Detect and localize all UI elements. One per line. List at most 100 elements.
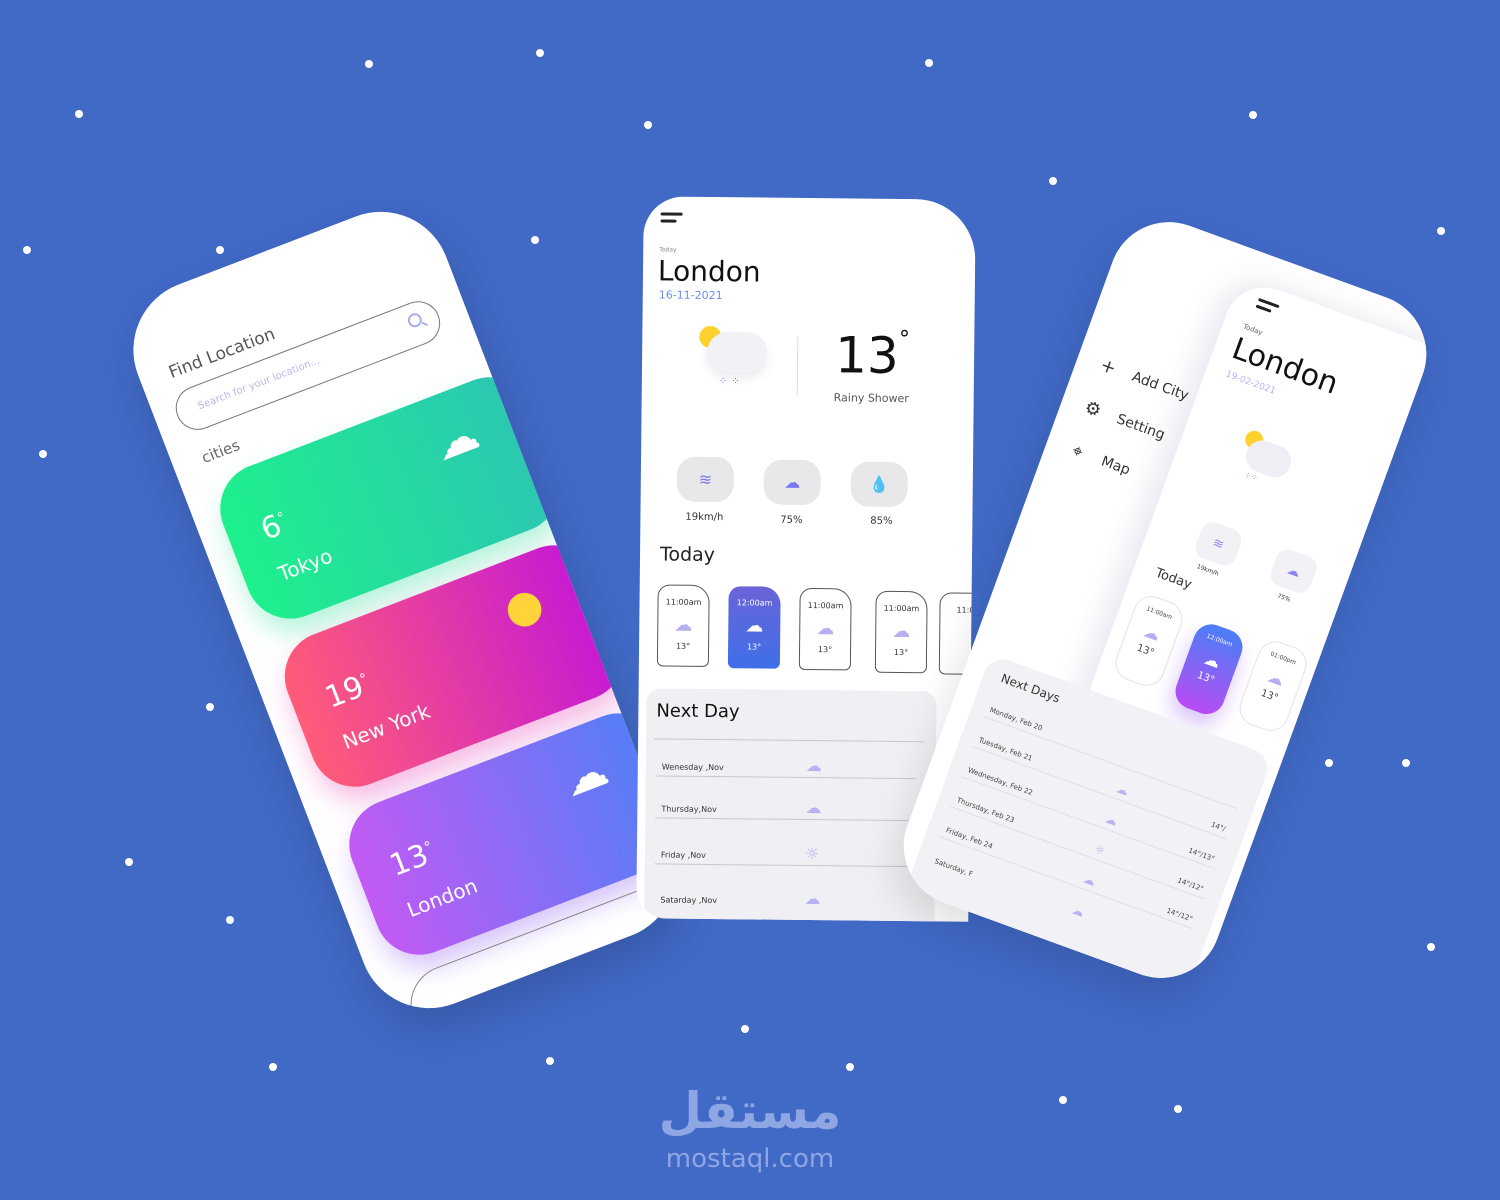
forecast-row[interactable]: Thursday,Nov ☁ bbox=[655, 788, 916, 822]
cloud-lightning-icon: ☁ bbox=[426, 408, 487, 472]
rain-cloud-icon: ⁘⁘ bbox=[697, 322, 778, 403]
gear-icon: ⚙ bbox=[1081, 396, 1105, 422]
menu-add-city[interactable]: + Add City bbox=[1095, 354, 1191, 406]
plus-icon: + bbox=[1097, 354, 1119, 380]
wind-icon: ≋ bbox=[1192, 518, 1245, 569]
star bbox=[536, 49, 544, 57]
star bbox=[531, 236, 539, 244]
sun-cloud-rain-icon: ☁ bbox=[1114, 781, 1131, 799]
star bbox=[1325, 759, 1333, 767]
wind-icon: ≋ bbox=[676, 456, 735, 503]
star bbox=[365, 60, 373, 68]
city-name: Tokyo bbox=[274, 543, 336, 587]
sun-icon: ☼ bbox=[1092, 841, 1108, 859]
degree-symbol: ° bbox=[898, 326, 911, 353]
forecast-temp: 14°/ bbox=[1209, 820, 1227, 834]
hour-card[interactable]: 11:00am ☁ 13° bbox=[1110, 591, 1188, 691]
star bbox=[269, 1063, 277, 1071]
star bbox=[546, 1057, 554, 1065]
city-title: London bbox=[1227, 331, 1343, 402]
wind-value: 19km/h bbox=[685, 511, 724, 524]
hour-card[interactable]: 11:00am ☁ 13° bbox=[798, 587, 852, 671]
star bbox=[846, 1063, 854, 1071]
sun-icon: ☼ bbox=[804, 844, 820, 864]
sun-wind-icon: ● bbox=[496, 576, 551, 638]
star bbox=[125, 858, 133, 866]
hour-time: 11:00am bbox=[883, 603, 920, 614]
sun-cloud-rain-icon: ☁ bbox=[1081, 871, 1098, 889]
star bbox=[75, 110, 83, 118]
forecast-temp: 14°/13° bbox=[1187, 846, 1216, 864]
star bbox=[226, 916, 234, 924]
city-name: London bbox=[403, 873, 481, 923]
add-city-label: Add City bbox=[527, 960, 585, 995]
watermark-url: mostaql.com bbox=[665, 1144, 835, 1174]
humidity-value: 85% bbox=[870, 515, 893, 527]
today-heading: Today bbox=[1153, 565, 1194, 593]
sun-cloud-rain-icon: ☁ bbox=[816, 618, 835, 640]
menu-label: Map bbox=[1099, 452, 1133, 479]
plus-icon: + bbox=[498, 979, 527, 1009]
hour-card[interactable]: 11:00am ☁ 13° bbox=[874, 590, 928, 674]
hour-temp: 13° bbox=[893, 647, 909, 658]
sun-cloud-icon: ☁ bbox=[745, 615, 764, 637]
star bbox=[206, 703, 214, 711]
menu-icon[interactable] bbox=[660, 212, 683, 223]
forecast-day: Friday ,Nov bbox=[660, 850, 706, 860]
menu-label: Add City bbox=[1129, 368, 1191, 404]
map-pin-icon: ⌖ bbox=[1069, 440, 1086, 464]
cloud-icon: ☁ bbox=[763, 459, 822, 506]
forecast-day: Thursday,Nov bbox=[661, 804, 717, 815]
forecast-row[interactable]: Friday ,Nov ☼ bbox=[654, 834, 916, 868]
star bbox=[925, 59, 933, 67]
sun-cloud-rain-icon: ☁ bbox=[805, 756, 822, 776]
star bbox=[1437, 227, 1445, 235]
hour-temp: 13° bbox=[675, 641, 691, 651]
star bbox=[741, 1025, 749, 1033]
forecast-day: Satarday ,Nov bbox=[660, 895, 718, 906]
forecast-row[interactable]: Wenesday ,Nov ☁ bbox=[655, 746, 917, 780]
cloud-icon: ☁ bbox=[1267, 546, 1320, 597]
cloud-value: 75% bbox=[780, 514, 803, 526]
cloud-icon: ☁ bbox=[892, 620, 911, 643]
hour-time: 11:00am bbox=[665, 597, 702, 607]
menu-map[interactable]: ⌖ Map bbox=[1064, 438, 1133, 480]
city-title: London bbox=[657, 254, 761, 289]
divider bbox=[796, 335, 799, 396]
star bbox=[644, 121, 652, 129]
star bbox=[1049, 177, 1057, 185]
cities-label: cities bbox=[199, 436, 243, 467]
search-icon[interactable] bbox=[405, 311, 424, 330]
hour-card-active[interactable]: 12:00am ☁ 13° bbox=[727, 586, 781, 669]
today-label: Today bbox=[659, 246, 677, 254]
menu-label: Setting bbox=[1114, 410, 1168, 443]
hour-time: 12:00am bbox=[736, 598, 773, 608]
forecast-temp: 14°/12° bbox=[1165, 906, 1194, 924]
humidity-drop-icon: 💧 bbox=[850, 461, 909, 508]
forecast-row[interactable]: Satarday ,Nov ☁ bbox=[654, 878, 914, 911]
sun-cloud-rain-icon: ☁ bbox=[555, 744, 616, 808]
star bbox=[1427, 943, 1435, 951]
date: 16-11-2021 bbox=[658, 288, 723, 303]
star bbox=[1402, 759, 1410, 767]
star bbox=[1249, 111, 1257, 119]
hour-temp: 13° bbox=[817, 645, 833, 655]
menu-icon[interactable] bbox=[1255, 297, 1280, 315]
cloud-icon: ☁ bbox=[1103, 811, 1120, 829]
star bbox=[39, 450, 47, 458]
star bbox=[23, 246, 31, 254]
hour-card-active[interactable]: 12:00am ☁ 13° bbox=[1170, 619, 1248, 720]
hour-card[interactable]: 01:00pm ☁ 13° bbox=[1234, 636, 1312, 737]
hour-card[interactable]: 11:00am ☁ 13° bbox=[656, 584, 710, 667]
cloud-icon: ☁ bbox=[805, 798, 822, 818]
rain-cloud-icon: ⁘⁘ bbox=[1228, 428, 1305, 505]
today-heading: Today bbox=[659, 543, 716, 567]
city-list-screen: Find Location Search for your location..… bbox=[112, 191, 698, 1029]
watermark-logo: مستقل bbox=[658, 1082, 842, 1140]
menu-setting[interactable]: ⚙ Setting bbox=[1080, 396, 1168, 445]
temperature: 13 bbox=[834, 326, 900, 385]
storm-icon: ☁ bbox=[674, 614, 693, 636]
forecast-day: Wenesday ,Nov bbox=[661, 762, 724, 773]
next-day-title: Next Day bbox=[656, 700, 740, 723]
hour-time: 11:0 bbox=[956, 605, 975, 615]
